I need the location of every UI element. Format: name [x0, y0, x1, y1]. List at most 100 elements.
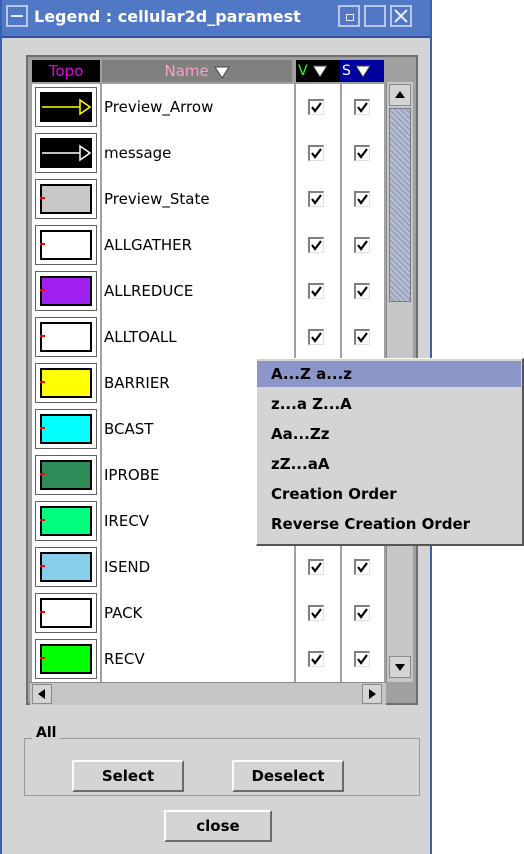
searchable-checkbox[interactable] [354, 329, 370, 345]
searchable-checkbox[interactable] [354, 99, 370, 115]
legend-row[interactable]: ALLREDUCE [32, 268, 384, 314]
check-icon [357, 608, 368, 619]
legend-row[interactable]: ALLTOALL [32, 314, 384, 360]
visible-checkbox[interactable] [308, 283, 324, 299]
legend-row[interactable]: ALLGATHER [32, 222, 384, 268]
sort-menu-item[interactable]: z...a Z...A [257, 391, 521, 417]
visible-checkbox[interactable] [308, 329, 324, 345]
deselect-all-button[interactable]: Deselect [232, 760, 344, 792]
check-icon [357, 194, 368, 205]
scroll-down-icon[interactable] [389, 656, 411, 678]
header-visible[interactable]: V [296, 60, 340, 82]
searchable-cell [342, 268, 384, 314]
check-icon [311, 194, 322, 205]
visible-checkbox[interactable] [308, 191, 324, 207]
searchable-cell [342, 314, 384, 360]
searchable-cell [342, 636, 384, 682]
header-searchable[interactable]: S [340, 60, 384, 82]
visible-checkbox[interactable] [308, 559, 324, 575]
visible-checkbox[interactable] [308, 145, 324, 161]
topo-swatch[interactable] [32, 544, 100, 590]
vertical-scroll-thumb[interactable] [389, 108, 411, 302]
legend-name[interactable]: ALLTOALL [102, 314, 294, 360]
state-swatch-icon [40, 460, 92, 490]
topo-swatch[interactable] [32, 222, 100, 268]
visible-cell [296, 222, 340, 268]
topo-swatch[interactable] [32, 360, 100, 406]
visible-checkbox[interactable] [308, 605, 324, 621]
legend-name[interactable]: Preview_State [102, 176, 294, 222]
visible-cell [296, 544, 340, 590]
check-icon [357, 286, 368, 297]
header-topo[interactable]: Topo [32, 60, 100, 82]
select-all-button[interactable]: Select [72, 760, 184, 792]
check-icon [357, 148, 368, 159]
searchable-checkbox[interactable] [354, 605, 370, 621]
sort-s-icon[interactable] [355, 64, 372, 78]
topo-swatch[interactable] [32, 452, 100, 498]
legend-row[interactable]: RECV [32, 636, 384, 682]
sort-name-icon[interactable] [213, 65, 230, 79]
topo-swatch[interactable] [32, 590, 100, 636]
check-icon [357, 654, 368, 665]
searchable-checkbox[interactable] [354, 145, 370, 161]
searchable-checkbox[interactable] [354, 283, 370, 299]
legend-name[interactable]: message [102, 130, 294, 176]
legend-name[interactable]: PACK [102, 590, 294, 636]
check-icon [311, 562, 322, 573]
check-icon [311, 102, 322, 113]
topo-swatch[interactable] [32, 268, 100, 314]
close-icon[interactable] [390, 5, 412, 27]
title-bar[interactable]: Legend : cellular2d_paramest [2, 0, 430, 38]
state-swatch-icon [40, 230, 92, 260]
legend-name[interactable]: RECV [102, 636, 294, 682]
sort-menu-item[interactable]: Creation Order [257, 481, 521, 507]
topo-swatch[interactable] [32, 314, 100, 360]
sort-menu-item[interactable]: Aa...Zz [257, 421, 521, 447]
scroll-up-icon[interactable] [389, 84, 411, 106]
searchable-checkbox[interactable] [354, 651, 370, 667]
legend-row[interactable]: message [32, 130, 384, 176]
searchable-checkbox[interactable] [354, 191, 370, 207]
sort-popup-menu: A...Z a...z z...a Z...A Aa...Zz zZ...aA Crea… [256, 358, 524, 546]
state-swatch-icon [40, 552, 92, 582]
topo-swatch[interactable] [32, 176, 100, 222]
maximize-icon[interactable] [364, 5, 386, 27]
scroll-left-icon[interactable] [32, 684, 52, 704]
searchable-checkbox[interactable] [354, 559, 370, 575]
sort-v-icon[interactable] [312, 64, 328, 78]
legend-name[interactable]: Preview_Arrow [102, 84, 294, 130]
topo-swatch[interactable] [32, 130, 100, 176]
sort-menu-item[interactable]: A...Z a...z [257, 361, 521, 387]
swatch-frame [35, 409, 97, 449]
header-name[interactable]: Name [102, 60, 292, 82]
legend-row[interactable]: ISEND [32, 544, 384, 590]
horizontal-scrollbar[interactable] [30, 682, 386, 705]
visible-checkbox[interactable] [308, 651, 324, 667]
legend-row[interactable]: PACK [32, 590, 384, 636]
all-group-label: All [32, 725, 61, 741]
visible-checkbox[interactable] [308, 99, 324, 115]
visible-checkbox[interactable] [308, 237, 324, 253]
topo-swatch[interactable] [32, 84, 100, 130]
scroll-right-icon[interactable] [362, 684, 382, 704]
topo-swatch[interactable] [32, 636, 100, 682]
legend-name[interactable]: ISEND [102, 544, 294, 590]
legend-row[interactable]: Preview_Arrow [32, 84, 384, 130]
legend-name[interactable]: ALLREDUCE [102, 268, 294, 314]
topo-swatch[interactable] [32, 406, 100, 452]
close-button[interactable]: close [164, 810, 272, 842]
searchable-checkbox[interactable] [354, 237, 370, 253]
sort-menu-item[interactable]: zZ...aA [257, 451, 521, 477]
topo-swatch[interactable] [32, 498, 100, 544]
state-swatch-icon [40, 184, 92, 214]
legend-name[interactable]: ALLGATHER [102, 222, 294, 268]
sort-menu-item[interactable]: Reverse Creation Order [257, 511, 521, 537]
window-menu-icon[interactable] [6, 5, 28, 27]
check-icon [311, 240, 322, 251]
check-icon [357, 562, 368, 573]
legend-row[interactable]: Preview_State [32, 176, 384, 222]
check-icon [311, 608, 322, 619]
minimize-icon[interactable] [338, 5, 360, 27]
searchable-cell [342, 590, 384, 636]
